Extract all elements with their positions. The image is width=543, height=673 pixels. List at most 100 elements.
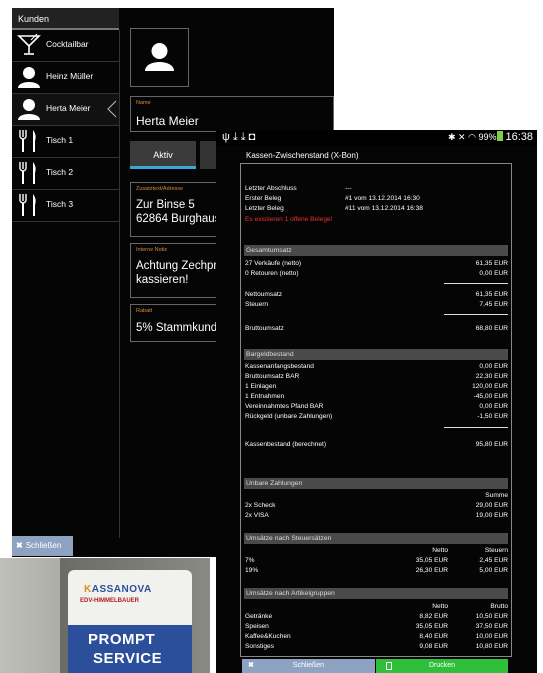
customer-item-tisch-2[interactable]: Tisch 2	[12, 158, 119, 190]
receipt-panel[interactable]: Letzter Abschluss --- Erster Beleg #1 vo…	[240, 163, 512, 657]
row-bruttoumsatz: Bruttoumsatz 68,80 EUR	[245, 325, 508, 335]
unbar-header: Summe	[245, 492, 508, 502]
customer-avatar[interactable]	[130, 28, 189, 87]
row-label: Steuern	[245, 301, 269, 308]
row-value: -1,50 EUR	[477, 413, 508, 420]
address-label: Zusatztext/Adresse	[136, 186, 184, 192]
row-value: -45,00 EUR	[473, 393, 508, 400]
address-value: Zur Binse 5 62864 Burghaus	[136, 198, 220, 226]
row-value: 0,00 EUR	[479, 403, 508, 410]
open-receipts-warning: Es existieren 1 offene Belege!	[245, 216, 333, 223]
row-visa: 2x VISA 19,00 EUR	[245, 512, 508, 522]
artikel-header: Netto Brutto	[245, 603, 508, 613]
row-rueckgeld: Rückgeld (unbare Zahlungen) -1,50 EUR	[245, 413, 508, 423]
row-label: Kassenbestand (berechnet)	[245, 441, 327, 448]
logo-rest: ASSANOVA	[91, 584, 152, 595]
name-field[interactable]: Name Herta Meier	[130, 96, 334, 132]
product-photo: KASSANOVA EDV-HIMMELBAUER PROMPT SERVICE	[0, 558, 210, 673]
section-artikelgruppen: Umsätze nach Artikelgruppen	[244, 588, 508, 599]
fork-knife-icon	[19, 130, 36, 152]
row-label: Kassenanfangsbestand	[245, 363, 314, 370]
note-line-1: Achtung Zechpr	[136, 260, 218, 272]
row-value: ---	[345, 185, 352, 192]
status-right: ✱ ✕ ◠ 99% 16:38	[448, 131, 533, 143]
sum-underline	[444, 427, 508, 428]
customers-header: Kunden	[12, 8, 119, 30]
row-value: 0,00 EUR	[479, 270, 508, 277]
row-bruttoumsatz-bar: Bruttoumsatz BAR 22,30 EUR	[245, 373, 508, 383]
row-steuer: 2,45 EUR	[479, 557, 508, 564]
row-label: Bruttoumsatz BAR	[245, 373, 300, 380]
row-value: 120,00 EUR	[472, 383, 508, 390]
customer-list: Cocktailbar Heinz Müller Herta Meier Tis…	[12, 30, 119, 222]
print-button-label: Drucken	[428, 662, 456, 669]
row-netto: 26,30 EUR	[415, 567, 448, 574]
status-bar: ψ⤓⤓◘ ✱ ✕ ◠ 99% 16:38	[216, 130, 537, 146]
col-steuern: Steuern	[484, 547, 508, 554]
section-unbare-zahlungen: Unbare Zahlungen	[244, 478, 508, 489]
clock: 16:38	[505, 131, 533, 143]
row-letzter-abschluss: Letzter Abschluss ---	[245, 185, 508, 195]
section-gesamtumsatz: Gesamtumsatz	[244, 245, 508, 256]
sum-underline	[444, 283, 508, 284]
stand-text-line-2: SERVICE	[93, 650, 163, 667]
col-summe: Summe	[485, 492, 508, 499]
section-bargeldbestand: Bargeldbestand	[244, 349, 508, 360]
row-retouren: 0 Retouren (netto) 0,00 EUR	[245, 270, 508, 280]
row-label: Getränke	[245, 613, 273, 620]
row-netto: 8,40 EUR	[419, 633, 448, 640]
row-letzter-beleg: Letzter Beleg #11 vom 13.12.2014 16:38	[245, 205, 508, 215]
close-icon: ✖	[248, 662, 254, 669]
customer-item-label: Tisch 3	[46, 199, 74, 209]
row-nettoumsatz: Nettoumsatz 61,35 EUR	[245, 291, 508, 301]
cocktail-glass-icon	[17, 33, 41, 55]
row-brutto: 10,00 EUR	[475, 633, 508, 640]
row-erster-beleg: Erster Beleg #1 vom 13.12.2014 16:30	[245, 195, 508, 205]
customer-item-heinz-mueller[interactable]: Heinz Müller	[12, 62, 119, 94]
row-kaffee-kuchen: Kaffee&Kuchen 8,40 EUR 10,00 EUR	[245, 633, 508, 643]
print-document-icon	[386, 662, 392, 670]
customer-item-label: Tisch 1	[46, 135, 74, 145]
row-value: 0,00 EUR	[479, 363, 508, 370]
row-sonstiges: Sonstiges 9,08 EUR 10,80 EUR	[245, 643, 508, 653]
row-label: 7%	[245, 557, 255, 564]
note-label: Interne Notiz	[136, 247, 168, 253]
row-label: 2x Scheck	[245, 502, 276, 509]
row-label: Letzter Abschluss	[245, 185, 297, 192]
customer-item-cocktailbar[interactable]: Cocktailbar	[12, 30, 119, 62]
dialog-title: Kassen-Zwischenstand (X-Bon)	[246, 151, 359, 160]
discount-label: Rabatt	[136, 308, 153, 314]
row-kassenbestand: Kassenbestand (berechnet) 95,80 EUR	[245, 441, 508, 451]
customer-item-label: Herta Meier	[46, 103, 91, 113]
row-netto: 9,08 EUR	[419, 643, 448, 650]
customer-item-tisch-1[interactable]: Tisch 1	[12, 126, 119, 158]
battery-percent: 99%	[478, 132, 497, 142]
sum-underline	[444, 314, 508, 315]
row-brutto: 37,50 EUR	[475, 623, 508, 630]
print-button[interactable]: Drucken	[376, 659, 508, 673]
steuer-header: Netto Steuern	[245, 547, 508, 557]
row-value: #1 vom 13.12.2014 16:30	[345, 195, 420, 202]
row-label: Nettoumsatz	[245, 291, 283, 298]
close-button[interactable]: ✖ Schließen	[242, 659, 375, 673]
row-pfand: Vereinnahmtes Pfand BAR 0,00 EUR	[245, 403, 508, 413]
tab-aktiv[interactable]: Aktiv	[130, 141, 196, 169]
close-button-label: Schließen	[292, 662, 325, 669]
row-speisen: Speisen 35,05 EUR 37,50 EUR	[245, 623, 508, 633]
row-steuer: 5,00 EUR	[479, 567, 508, 574]
col-brutto: Brutto	[490, 603, 508, 610]
row-getraenke: Getränke 8,82 EUR 10,50 EUR	[245, 613, 508, 623]
logo-letter: K	[84, 584, 92, 595]
fork-knife-icon	[19, 162, 36, 184]
row-steuer-19: 19% 26,30 EUR 5,00 EUR	[245, 567, 508, 577]
customer-item-label: Heinz Müller	[46, 71, 94, 81]
address-line-2: 62864 Burghaus	[136, 213, 221, 225]
fork-knife-icon	[19, 194, 36, 216]
customer-item-herta-meier[interactable]: Herta Meier	[12, 94, 119, 126]
row-label: 1 Entnahmen	[245, 393, 285, 400]
row-label: Speisen	[245, 623, 269, 630]
close-button-label: Schließen	[25, 541, 62, 550]
close-button[interactable]: ✖ Schließen	[12, 536, 73, 556]
row-label: Bruttoumsatz	[245, 325, 284, 332]
customer-item-tisch-3[interactable]: Tisch 3	[12, 190, 119, 222]
